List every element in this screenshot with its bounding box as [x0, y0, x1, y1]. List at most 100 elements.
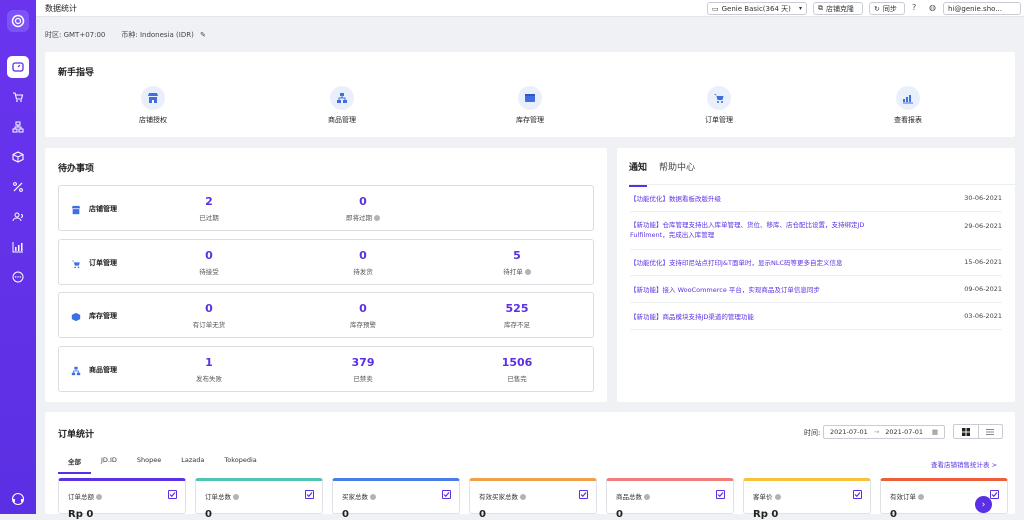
- stat-label: 即将过期: [346, 214, 372, 222]
- store-clone-button[interactable]: ⧉ 店铺克隆: [813, 2, 863, 15]
- next-arrow-icon[interactable]: ›: [975, 496, 992, 513]
- tab-notices[interactable]: 通知: [629, 160, 648, 187]
- cart-icon: [707, 86, 731, 110]
- report-icon[interactable]: [7, 236, 29, 258]
- checkbox-checked-icon[interactable]: [990, 490, 999, 499]
- notice-date: 15-06-2021: [964, 258, 1002, 266]
- checkbox-checked-icon[interactable]: [168, 490, 177, 499]
- plan-selector[interactable]: ▭ Genie Basic(364 天) ▾: [707, 2, 807, 15]
- guide-reports[interactable]: 查看报表: [868, 86, 948, 125]
- app-logo[interactable]: [7, 10, 29, 32]
- info-icon[interactable]: [774, 494, 781, 500]
- products-icon[interactable]: [7, 116, 29, 138]
- platform-tabs: 全部 JD.ID Shopee Lazada Tokopedia: [58, 456, 267, 474]
- sync-button[interactable]: ↻ 同步: [869, 2, 905, 15]
- dashboard-icon[interactable]: [7, 56, 29, 78]
- order-stats-title: 订单统计: [58, 430, 95, 440]
- stat-label: 已禁卖: [353, 375, 373, 383]
- info-icon[interactable]: [96, 494, 102, 500]
- products-icon: [330, 86, 354, 110]
- guide-label: 订单管理: [705, 116, 733, 124]
- checkbox-checked-icon[interactable]: [716, 490, 725, 499]
- todo-row-title: 店铺管理: [89, 205, 117, 213]
- notice-item[interactable]: 【新功能】商品模块支持JD渠道的管理功能 03-06-2021: [630, 310, 1002, 330]
- tabs-divider: [629, 184, 1015, 185]
- date-range-picker[interactable]: 2021-07-01 → 2021-07-01 ▦: [823, 425, 945, 439]
- notice-item[interactable]: 【新功能】接入 WooCommerce 平台，实现商品及订单信息同步 09-06…: [630, 283, 1002, 303]
- help-icon[interactable]: ?: [912, 3, 916, 12]
- stat-label: 库存不足: [504, 321, 530, 329]
- stat-card: 买家总数 0: [332, 478, 460, 520]
- list-view-icon[interactable]: [979, 425, 1003, 438]
- locale-bar: 时区: GMT+07:00 币种: Indonesia (IDR) ✎: [45, 30, 206, 40]
- stat-value: 0: [205, 249, 213, 262]
- guide-products[interactable]: 商品管理: [302, 86, 382, 125]
- info-icon[interactable]: [233, 494, 239, 500]
- inventory-icon[interactable]: [7, 146, 29, 168]
- notice-date: 09-06-2021: [964, 285, 1002, 293]
- stat-banned[interactable]: 379 已禁卖: [323, 356, 403, 383]
- notice-item[interactable]: 【新功能】仓库管理支持出入库单管理、货位、移库、店仓配比设置，支持绑定JD Fu…: [630, 218, 1002, 250]
- notice-item[interactable]: 【功能优化】支持印尼站点打印J&T面单时，显示NLC码等更多自定义信息 15-0…: [630, 256, 1002, 276]
- discount-icon[interactable]: [7, 176, 29, 198]
- stat-card-label: 订单总额: [68, 491, 102, 501]
- guide-orders[interactable]: 订单管理: [679, 86, 759, 125]
- notice-item[interactable]: 【功能优化】数据看板改版升级 30-06-2021: [630, 192, 1002, 212]
- todo-row-title: 商品管理: [89, 366, 117, 374]
- grid-view-icon[interactable]: [954, 425, 979, 438]
- stat-to-print[interactable]: 5 待打单: [477, 249, 557, 276]
- support-icon[interactable]: [7, 488, 29, 510]
- more-icon[interactable]: [7, 266, 29, 288]
- stat-to-accept[interactable]: 0 待接受: [169, 249, 249, 276]
- stat-sold-out[interactable]: 1506 已售完: [477, 356, 557, 383]
- info-icon[interactable]: [370, 494, 376, 500]
- tab-lazada[interactable]: Lazada: [171, 456, 214, 474]
- stat-card: 商品总数 0: [606, 478, 734, 520]
- stat-value: 379: [351, 356, 375, 369]
- info-icon[interactable]: [644, 494, 650, 500]
- stat-publish-failed[interactable]: 1 发布失败: [169, 356, 249, 383]
- notice-text[interactable]: 【新功能】接入 WooCommerce 平台，实现商品及订单信息同步: [630, 285, 930, 295]
- guide-label: 商品管理: [328, 116, 356, 124]
- stat-card-label: 有效买家总数: [479, 491, 526, 501]
- info-icon[interactable]: [918, 494, 924, 500]
- todo-row-title: 库存管理: [89, 312, 117, 320]
- notice-text[interactable]: 【功能优化】数据看板改版升级: [630, 194, 870, 204]
- cart-icon[interactable]: [7, 86, 29, 108]
- checkbox-checked-icon[interactable]: [853, 490, 862, 499]
- user-menu[interactable]: hi@genie.sho...: [943, 2, 1021, 15]
- stat-label: 库存预警: [350, 321, 376, 329]
- users-icon[interactable]: [7, 206, 29, 228]
- checkbox-checked-icon[interactable]: [579, 490, 588, 499]
- info-icon[interactable]: [524, 269, 531, 275]
- notice-text[interactable]: 【功能优化】支持印尼站点打印J&T面单时，显示NLC码等更多自定义信息: [630, 258, 930, 268]
- store-icon: [141, 86, 165, 110]
- edit-icon[interactable]: ✎: [200, 31, 206, 39]
- info-icon[interactable]: [374, 215, 380, 221]
- stat-no-stock-orders[interactable]: 0 有订单无货: [169, 302, 249, 329]
- globe-icon[interactable]: ◍: [929, 3, 936, 12]
- guide-store-auth[interactable]: 店铺授权: [113, 86, 193, 125]
- stat-label: 发布失败: [196, 375, 222, 383]
- stat-expired[interactable]: 2 已过期: [169, 195, 249, 222]
- tab-help-center[interactable]: 帮助中心: [659, 160, 695, 187]
- tab-shopee[interactable]: Shopee: [127, 456, 171, 474]
- sidebar: [0, 0, 36, 514]
- info-icon[interactable]: [520, 494, 526, 500]
- clone-icon: ⧉: [818, 4, 823, 12]
- stat-to-ship[interactable]: 0 待发货: [323, 249, 403, 276]
- stat-low-stock[interactable]: 525 库存不足: [477, 302, 557, 329]
- tab-tokopedia[interactable]: Tokopedia: [214, 456, 266, 474]
- checkbox-checked-icon[interactable]: [305, 490, 314, 499]
- store-sales-link[interactable]: 查看店铺销售统计表 >: [931, 459, 997, 469]
- notice-text[interactable]: 【新功能】仓库管理支持出入库单管理、货位、移库、店仓配比设置，支持绑定JD Fu…: [630, 220, 870, 240]
- stat-expiring[interactable]: 0 即将过期: [323, 195, 403, 222]
- checkbox-checked-icon[interactable]: [442, 490, 451, 499]
- tab-jd[interactable]: JD.ID: [91, 456, 127, 474]
- tab-all[interactable]: 全部: [58, 456, 91, 474]
- stat-stock-warning[interactable]: 0 库存预警: [323, 302, 403, 329]
- stat-card: 订单总数 0: [195, 478, 323, 520]
- guide-inventory[interactable]: 库存管理: [490, 86, 570, 125]
- notice-text[interactable]: 【新功能】商品模块支持JD渠道的管理功能: [630, 312, 930, 322]
- todo-title: 待办事项: [58, 164, 95, 174]
